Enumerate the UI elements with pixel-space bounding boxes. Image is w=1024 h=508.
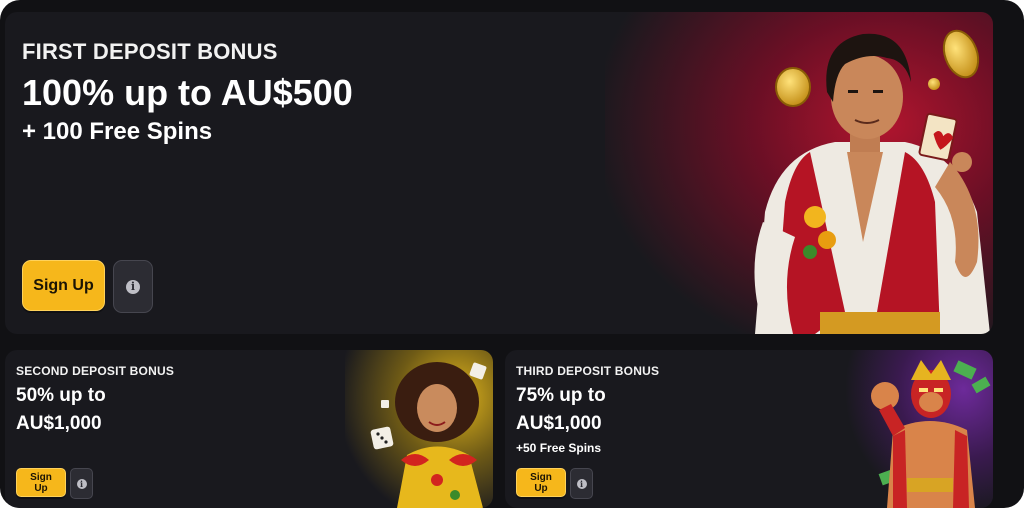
bonus-headline-line2: AU$1,000 bbox=[516, 413, 602, 434]
sign-up-button[interactable]: Sign Up bbox=[22, 260, 105, 311]
second-deposit-card: SECOND DEPOSIT BONUS 50% up to AU$1,000 … bbox=[5, 350, 493, 508]
info-button[interactable]: i bbox=[70, 468, 93, 499]
card-kicker: THIRD DEPOSIT BONUS bbox=[516, 364, 660, 378]
bonus-subline: +50 Free Spins bbox=[516, 441, 602, 455]
sign-up-button[interactable]: Sign Up bbox=[516, 468, 566, 497]
bonus-headline-line1: 50% up to bbox=[16, 385, 106, 406]
info-icon: i bbox=[576, 478, 587, 489]
card-kicker: SECOND DEPOSIT BONUS bbox=[16, 364, 175, 378]
bonus-headline-line2: AU$1,000 bbox=[16, 413, 102, 434]
bonus-headline: 100% up to AU$500 bbox=[22, 72, 353, 113]
sign-up-button[interactable]: Sign Up bbox=[16, 468, 66, 497]
bonus-panel: FIRST DEPOSIT BONUS 100% up to AU$500 + … bbox=[0, 0, 1024, 508]
first-deposit-card: FIRST DEPOSIT BONUS 100% up to AU$500 + … bbox=[5, 12, 993, 334]
card-kicker: FIRST DEPOSIT BONUS bbox=[22, 39, 278, 64]
third-deposit-card: THIRD DEPOSIT BONUS 75% up to AU$1,000 +… bbox=[505, 350, 993, 508]
bonus-headline-line1: 75% up to bbox=[516, 385, 606, 406]
info-button[interactable]: i bbox=[113, 260, 153, 313]
info-button[interactable]: i bbox=[570, 468, 593, 499]
bonus-subline: + 100 Free Spins bbox=[22, 118, 213, 145]
third-character-illustration bbox=[845, 350, 993, 508]
info-icon: i bbox=[76, 478, 87, 489]
second-character-illustration bbox=[345, 350, 493, 508]
hero-character-illustration bbox=[605, 12, 993, 334]
info-icon: i bbox=[126, 279, 140, 294]
